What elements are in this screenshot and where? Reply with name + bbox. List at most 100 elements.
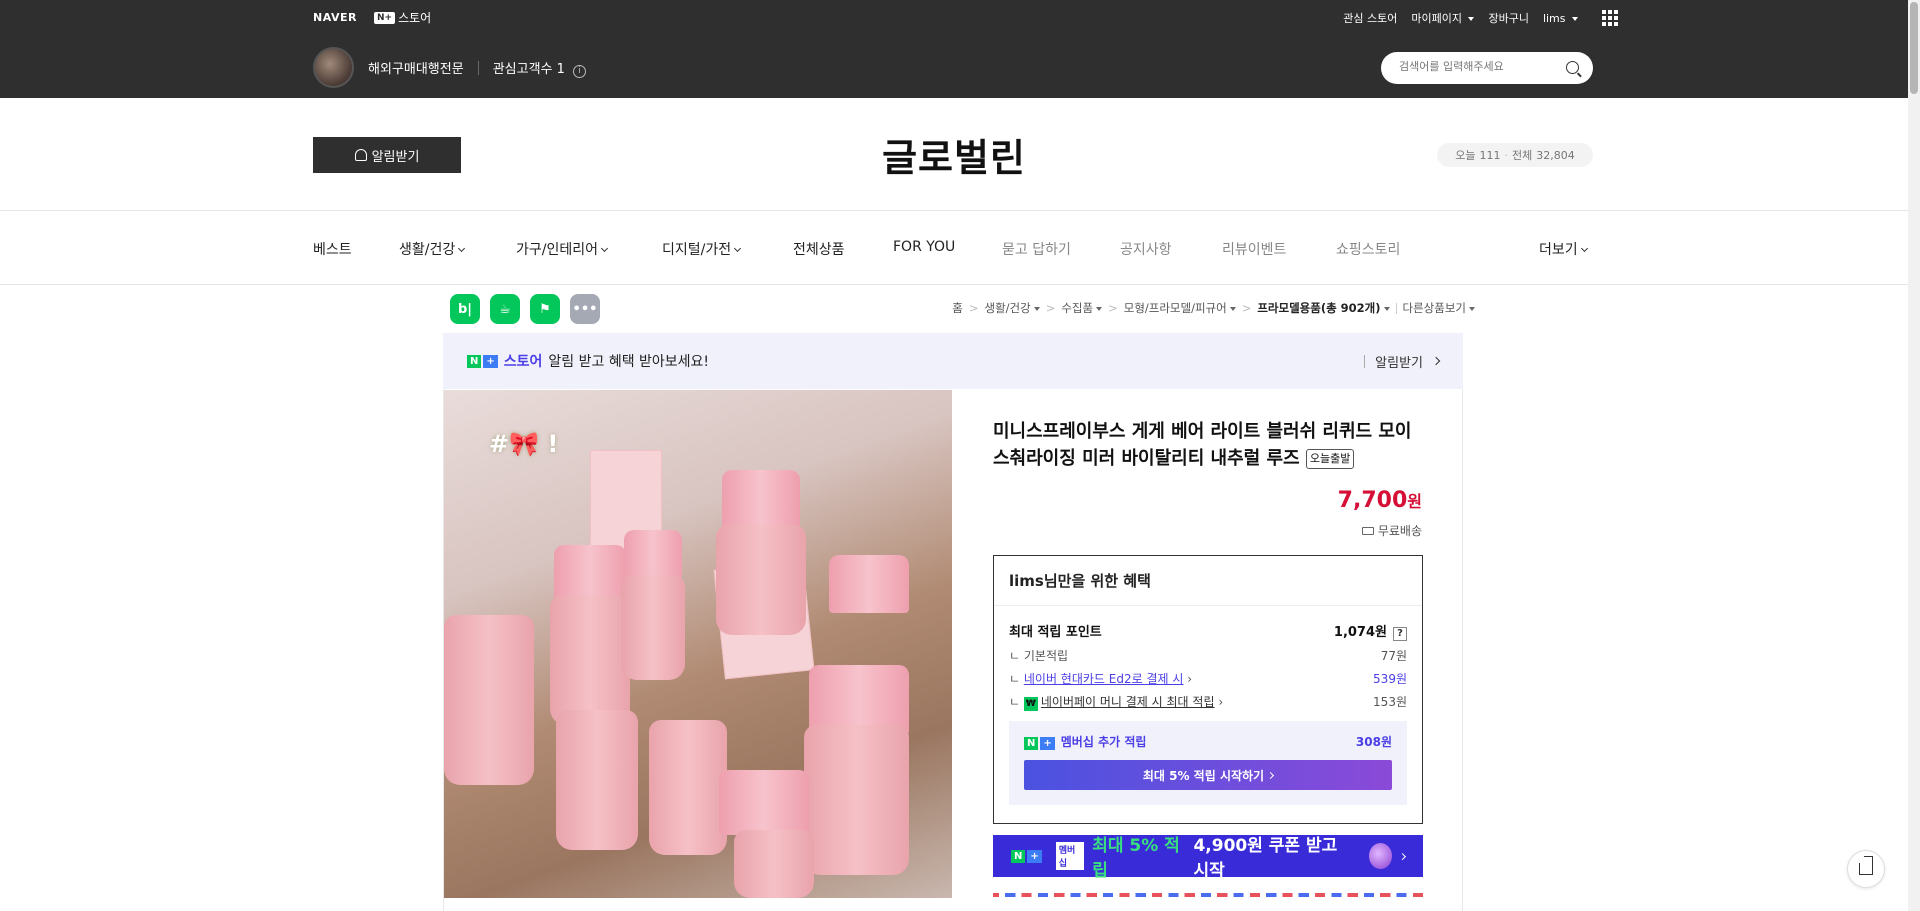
promo-text: 알림 받고 혜택 받아보세요! — [548, 354, 710, 370]
cap-shape — [829, 555, 909, 613]
nav-furniture[interactable]: 가구/인테리어 — [516, 239, 609, 259]
cafe-share-icon[interactable]: ☕ — [490, 294, 520, 324]
membership-start-button[interactable]: 최대 5% 적립 시작하기 — [1024, 760, 1392, 790]
nav-for-you[interactable]: FOR YOU — [893, 239, 955, 255]
crumb-home[interactable]: 홈 — [952, 300, 963, 316]
crumb-label: 프라모델용품 — [1257, 301, 1321, 315]
help-icon[interactable]: ? — [1393, 627, 1407, 641]
apps-grid-icon[interactable] — [1602, 10, 1618, 26]
nav-digital[interactable]: 디지털/가전 — [662, 239, 742, 259]
breadcrumb: 홈 > 생활/건강 > 수집품 > 모형/프라모델/피규어 > 프라모델용품(총… — [952, 300, 1475, 316]
coupon-white-text: 4,900원 쿠폰 받고 시작 — [1193, 836, 1338, 881]
info-icon[interactable]: i — [573, 64, 587, 78]
cap-shape — [722, 470, 800, 530]
share-buttons: b| ☕ ⚑ ••• — [450, 294, 600, 324]
chevron-down-icon — [1572, 16, 1578, 21]
store-name[interactable]: 해외구매대행전문 — [368, 58, 464, 77]
caret-down-icon — [1096, 306, 1103, 311]
nplus-logo: N + — [1011, 849, 1042, 863]
blog-share-icon[interactable]: b| — [450, 294, 480, 324]
search-input[interactable] — [1399, 60, 1559, 73]
bottle-shape — [621, 575, 685, 680]
total-label: 전체 — [1512, 149, 1533, 162]
caret-down-icon — [1229, 306, 1236, 311]
npay-point-row: ㄴ ₩ 네이버페이 머니 결제 시 최대 적립 › 153원 — [1009, 695, 1407, 711]
gift-bag-icon — [1368, 843, 1393, 869]
coupon-green-text: 최대 5% 적립 — [1092, 836, 1180, 881]
card-point-link[interactable]: 네이버 현대카드 Ed2로 결제 시 — [1024, 672, 1184, 686]
membership-coupon-banner[interactable]: N + 멤버십 최대 5% 적립 4,900원 쿠폰 받고 시작 — [993, 835, 1423, 881]
product-price: 7,700원 — [1338, 488, 1422, 513]
product-image[interactable]: #🎀 ! — [444, 390, 952, 898]
interest-store-link[interactable]: 관심 스토어 — [1343, 10, 1397, 26]
bottle-shape — [556, 710, 638, 850]
crumb-label: 모형/프라모델/피규어 — [1123, 301, 1227, 315]
share-icon — [1859, 863, 1873, 875]
image-tag-text: #🎀 ! — [489, 430, 559, 458]
nplus-store-logo[interactable]: N+ 스토어 — [374, 9, 431, 26]
max-point-label: 최대 적립 포인트 — [1009, 625, 1102, 640]
card-point-row: ㄴ 네이버 현대카드 Ed2로 결제 시 › 539원 — [1009, 672, 1407, 686]
nav-review-event[interactable]: 리뷰이벤트 — [1222, 239, 1286, 259]
chevron-right-icon — [1267, 771, 1275, 779]
nav-more-label: 더보기 — [1539, 242, 1578, 258]
nav-more[interactable]: 더보기 — [1539, 239, 1588, 259]
max-point-row: 최대 적립 포인트 1,074원? — [1009, 621, 1407, 641]
promo-store-label: 스토어 — [503, 354, 543, 370]
nav-notice[interactable]: 공지사항 — [1120, 239, 1172, 259]
crumb-living[interactable]: 생활/건강 — [985, 300, 1040, 316]
shipping-info: 무료배송 — [1361, 522, 1422, 539]
other-products-link[interactable]: 다른상품보기 — [1403, 300, 1475, 316]
benefit-box: lims님만을 위한 혜택 최대 적립 포인트 1,074원? ㄴ 기본적립 7… — [993, 555, 1423, 824]
membership-badge: 멤버십 — [1055, 842, 1085, 870]
npay-point-link[interactable]: 네이버페이 머니 결제 시 최대 적립 — [1041, 695, 1215, 709]
crumb-count: (총 902개) — [1320, 301, 1381, 315]
chevron-down-icon — [1580, 244, 1588, 253]
caret-down-icon — [1383, 306, 1390, 311]
price-value: 7,700 — [1337, 488, 1408, 513]
search-icon[interactable] — [1566, 61, 1579, 74]
category-nav: 베스트 생활/건강 가구/인테리어 디지털/가전 전체상품 FOR YOU 묻고… — [0, 210, 1908, 285]
nav-living-health[interactable]: 생활/건강 — [399, 239, 466, 259]
crumb-plamodel-supplies[interactable]: 프라모델용품(총 902개) — [1257, 300, 1390, 316]
total-count: 32,804 — [1536, 148, 1575, 162]
search-box — [1381, 52, 1593, 84]
top-links: 관심 스토어 마이페이지 장바구니 lims — [1343, 10, 1618, 26]
crumb-collectibles[interactable]: 수집품 — [1061, 300, 1103, 316]
bookmark-share-icon[interactable]: ⚑ — [530, 294, 560, 324]
bottle-shape — [649, 720, 727, 855]
crumb-separator: > — [968, 301, 979, 315]
nav-label: 가구/인테리어 — [516, 242, 598, 258]
user-menu[interactable]: lims — [1543, 12, 1578, 25]
nav-shopping-story[interactable]: 쇼핑스토리 — [1336, 239, 1400, 259]
alarm-promo-banner: N + 스토어 알림 받고 혜택 받아보세요! 알림받기 — [443, 333, 1463, 389]
promo-alarm-link[interactable]: 알림받기 — [1364, 352, 1441, 371]
today-label: 오늘 — [1455, 149, 1476, 162]
mypage-link[interactable]: 마이페이지 — [1411, 10, 1475, 26]
nplus-logo: N + — [1024, 737, 1055, 750]
scrollbar[interactable] — [1908, 0, 1920, 911]
crumb-models[interactable]: 모형/프라모델/피규어 — [1124, 300, 1236, 316]
page: NAVER N+ 스토어 관심 스토어 마이페이지 장바구니 lims 해외구매… — [0, 0, 1920, 911]
nav-label: 생활/건강 — [399, 242, 456, 258]
more-share-icon[interactable]: ••• — [570, 294, 600, 324]
naver-logo[interactable]: NAVER — [313, 11, 357, 24]
nav-label: 디지털/가전 — [662, 242, 732, 258]
chevron-down-icon — [600, 244, 609, 253]
membership-section: N + 멤버십 추가 적립 308원 최대 5% 적립 시작하기 — [1009, 721, 1407, 805]
nav-qna[interactable]: 묻고 답하기 — [1002, 239, 1071, 259]
floating-share-button[interactable] — [1847, 850, 1885, 888]
basic-point-row: ㄴ 기본적립 77원 — [1009, 649, 1407, 663]
store-avatar[interactable] — [313, 47, 354, 88]
other-products-label: 다른상품보기 — [1402, 301, 1466, 315]
nav-best[interactable]: 베스트 — [313, 239, 352, 259]
nav-all-products[interactable]: 전체상품 — [793, 239, 845, 259]
scrollbar-thumb[interactable] — [1910, 2, 1918, 94]
basic-point-label: 기본적립 — [1023, 649, 1069, 663]
crumb-label: 수집품 — [1061, 301, 1094, 315]
chevron-down-icon — [734, 244, 742, 253]
max-point-value: 1,074원 — [1333, 625, 1387, 640]
store-title[interactable]: 글로벌린 — [0, 127, 1908, 182]
cart-link[interactable]: 장바구니 — [1488, 10, 1528, 26]
caret-down-icon — [1469, 306, 1475, 311]
